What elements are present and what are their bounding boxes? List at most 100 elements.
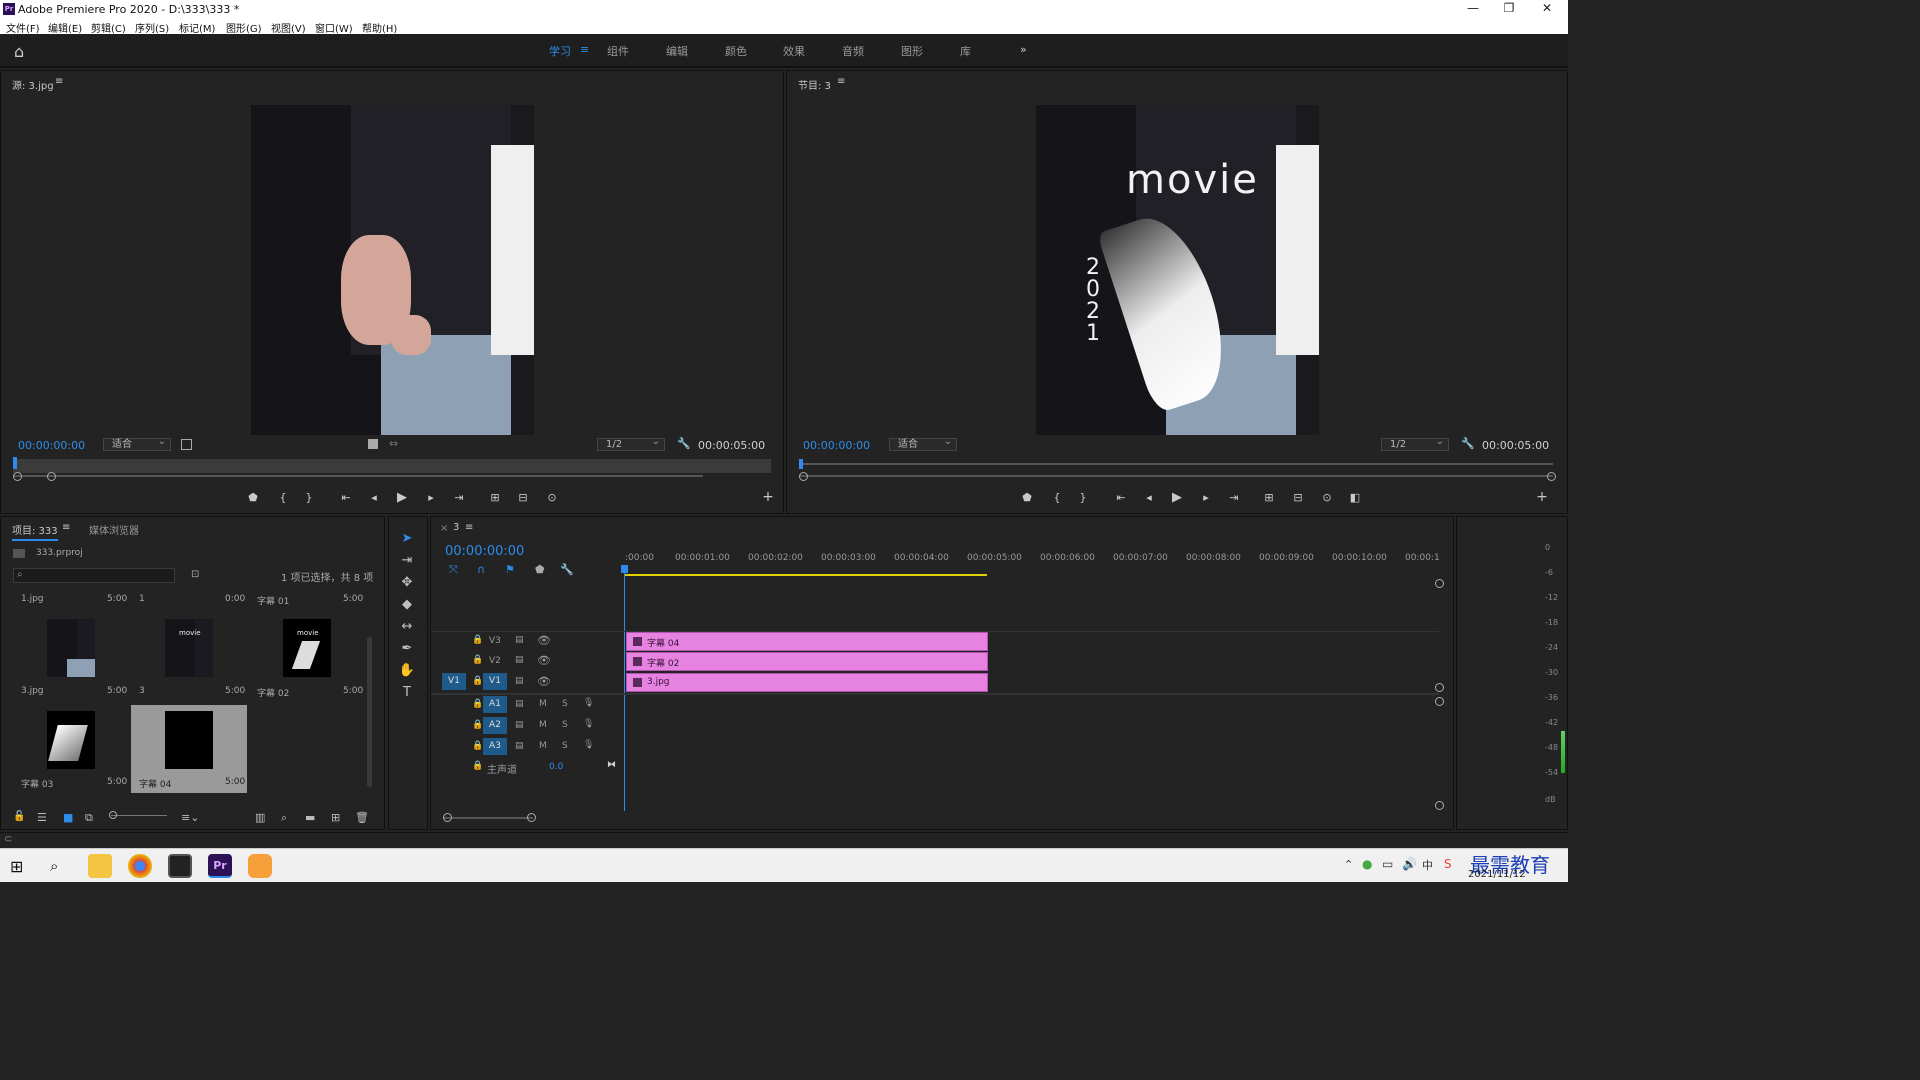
photos-icon[interactable] xyxy=(168,854,192,878)
panel-menu-icon[interactable]: ≡ xyxy=(55,76,63,87)
new-item-icon[interactable]: ⊞ xyxy=(331,811,340,824)
lift-icon[interactable]: ⊞ xyxy=(1261,491,1277,504)
project-item[interactable]: 1 0:00 movie 3 5:00 xyxy=(131,593,247,703)
mute-button[interactable]: M xyxy=(539,741,547,751)
tray-app-icon[interactable]: ● xyxy=(1362,857,1372,871)
lock-icon[interactable]: 🔒 xyxy=(472,676,483,686)
minimize-button[interactable]: — xyxy=(1458,1,1488,17)
timeline-settings-icon[interactable]: 🔧 xyxy=(560,563,574,576)
go-to-in-icon[interactable]: ⇤ xyxy=(338,491,354,504)
project-scrollbar[interactable] xyxy=(367,637,372,787)
close-tab-icon[interactable]: × xyxy=(440,523,448,534)
snap-icon[interactable]: ∩ xyxy=(477,563,485,576)
eye-icon[interactable]: 👁 xyxy=(537,654,551,667)
step-forward-icon[interactable]: ▸ xyxy=(423,491,439,504)
menu-window[interactable]: 窗口(W) xyxy=(315,20,353,35)
insert-icon[interactable]: ⊞ xyxy=(487,491,503,504)
zoom-handle-right[interactable] xyxy=(527,813,536,822)
lock-icon[interactable]: 🔓 xyxy=(13,811,25,822)
track-header-v3[interactable]: 🔒 V3 ▤ 👁 xyxy=(431,631,623,651)
step-forward-icon[interactable]: ▸ xyxy=(1198,491,1214,504)
menu-edit[interactable]: 编辑(E) xyxy=(48,20,82,35)
add-marker-icon[interactable]: ⬟ xyxy=(1019,491,1035,504)
vertical-zoom-handle[interactable] xyxy=(1435,697,1444,706)
master-track-header[interactable]: 🔒 主声道 0.0 ⧓ xyxy=(431,757,623,777)
lock-icon[interactable]: 🔒 xyxy=(472,635,483,645)
ime-indicator[interactable]: 中 xyxy=(1422,857,1433,873)
hand-tool-icon[interactable]: ✋ xyxy=(397,663,417,681)
sogou-icon[interactable]: S xyxy=(1444,857,1452,871)
timeline-clip[interactable]: 字幕 04 xyxy=(626,632,988,651)
freeform-view-icon[interactable]: ⧉ xyxy=(85,811,93,825)
go-to-in-out-icon[interactable]: ⧓ xyxy=(607,760,616,770)
workspace-color[interactable]: 颜色 xyxy=(725,43,747,59)
lock-icon[interactable]: 🔒 xyxy=(472,720,483,730)
mic-icon[interactable]: 🎙 xyxy=(583,698,594,708)
wrench-icon[interactable]: 🔧 xyxy=(677,437,691,450)
solo-button[interactable]: S xyxy=(562,720,568,730)
lock-icon[interactable]: 🔒 xyxy=(472,761,483,771)
type-tool-icon[interactable]: T xyxy=(397,685,417,703)
workspace-more-button[interactable]: » xyxy=(1020,43,1027,56)
timeline-clip[interactable]: 3.jpg xyxy=(626,673,988,692)
workspace-learn[interactable]: 学习 xyxy=(549,43,571,59)
network-icon[interactable]: ▭ xyxy=(1382,857,1393,871)
zoom-handle-left[interactable] xyxy=(13,472,22,481)
source-time-ruler[interactable] xyxy=(13,459,771,473)
razor-tool-icon[interactable]: ◆ xyxy=(397,597,417,615)
tray-chevron-icon[interactable]: ⌃ xyxy=(1344,858,1353,871)
menu-graphics[interactable]: 图形(G) xyxy=(226,20,262,35)
source-playhead[interactable] xyxy=(13,457,17,469)
track-header-a1[interactable]: 🔒 A1 ▤ M S 🎙 xyxy=(431,695,623,715)
mute-button[interactable]: M xyxy=(539,699,547,709)
tab-project[interactable]: 项目: 333 xyxy=(12,522,58,541)
workspace-graphics[interactable]: 图形 xyxy=(901,43,923,59)
work-area-bar[interactable] xyxy=(625,574,987,576)
search-icon[interactable]: ⌕ xyxy=(50,857,58,875)
track-header-v2[interactable]: 🔒 V2 ▤ 👁 xyxy=(431,651,623,671)
mark-out-icon[interactable]: } xyxy=(1075,491,1091,504)
vertical-zoom-handle[interactable] xyxy=(1435,801,1444,810)
zoom-handle-left[interactable] xyxy=(799,472,808,481)
tab-media-browser[interactable]: 媒体浏览器 xyxy=(89,522,139,537)
horizontal-zoom-bar[interactable] xyxy=(443,817,533,819)
program-playhead[interactable] xyxy=(799,459,803,469)
find-icon[interactable]: ⌕ xyxy=(281,811,287,825)
trash-icon[interactable]: 🗑 xyxy=(355,811,369,824)
button-editor-icon[interactable]: + xyxy=(760,489,776,505)
button-editor-icon[interactable]: + xyxy=(1534,489,1550,505)
program-current-timecode[interactable]: 00:00:00:00 xyxy=(803,439,870,452)
wrench-icon[interactable]: 🔧 xyxy=(1461,437,1475,450)
linked-selection-icon[interactable]: ⚑ xyxy=(505,563,515,576)
track-header-a2[interactable]: 🔒 A2 ▤ M S 🎙 xyxy=(431,716,623,736)
panel-menu-icon[interactable]: ≡ xyxy=(837,76,845,87)
mark-out-icon[interactable]: } xyxy=(301,491,317,504)
workspace-editing[interactable]: 编辑 xyxy=(666,43,688,59)
source-current-timecode[interactable]: 00:00:00:00 xyxy=(18,439,85,452)
menu-view[interactable]: 视图(V) xyxy=(271,20,306,35)
pen-tool-icon[interactable]: ✒ xyxy=(397,641,417,659)
step-back-icon[interactable]: ◂ xyxy=(366,491,382,504)
zoom-handle-left[interactable] xyxy=(443,813,452,822)
program-zoom-bar[interactable] xyxy=(799,475,1553,477)
track-select-tool-icon[interactable]: ⇥ xyxy=(397,553,417,571)
program-time-ruler[interactable] xyxy=(799,463,1553,465)
eye-icon[interactable]: 👁 xyxy=(537,634,551,647)
mic-icon[interactable]: 🎙 xyxy=(583,719,594,729)
add-marker-icon[interactable]: ⬟ xyxy=(245,491,261,504)
restore-button[interactable]: ❐ xyxy=(1494,1,1524,17)
source-patch-v1[interactable]: V1 xyxy=(442,673,466,690)
sort-icon[interactable]: ≡⌄ xyxy=(181,811,199,824)
vertical-zoom-handle[interactable] xyxy=(1435,683,1444,692)
zoom-slider[interactable] xyxy=(111,815,167,816)
panel-menu-icon[interactable]: ≡ xyxy=(465,522,473,533)
nest-icon[interactable]: ⤧ xyxy=(449,563,458,577)
app-taskbar-icon[interactable] xyxy=(248,854,272,878)
timeline-clip[interactable]: 字幕 02 xyxy=(626,652,988,671)
home-icon[interactable]: ⌂ xyxy=(14,42,24,61)
workspace-effects[interactable]: 效果 xyxy=(783,43,805,59)
play-icon[interactable]: ▶ xyxy=(394,490,410,505)
export-frame-icon[interactable]: ⊙ xyxy=(544,491,560,504)
comparison-view-icon[interactable]: ◧ xyxy=(1347,491,1363,504)
new-bin-from-search-icon[interactable]: ⊡ xyxy=(191,569,199,580)
